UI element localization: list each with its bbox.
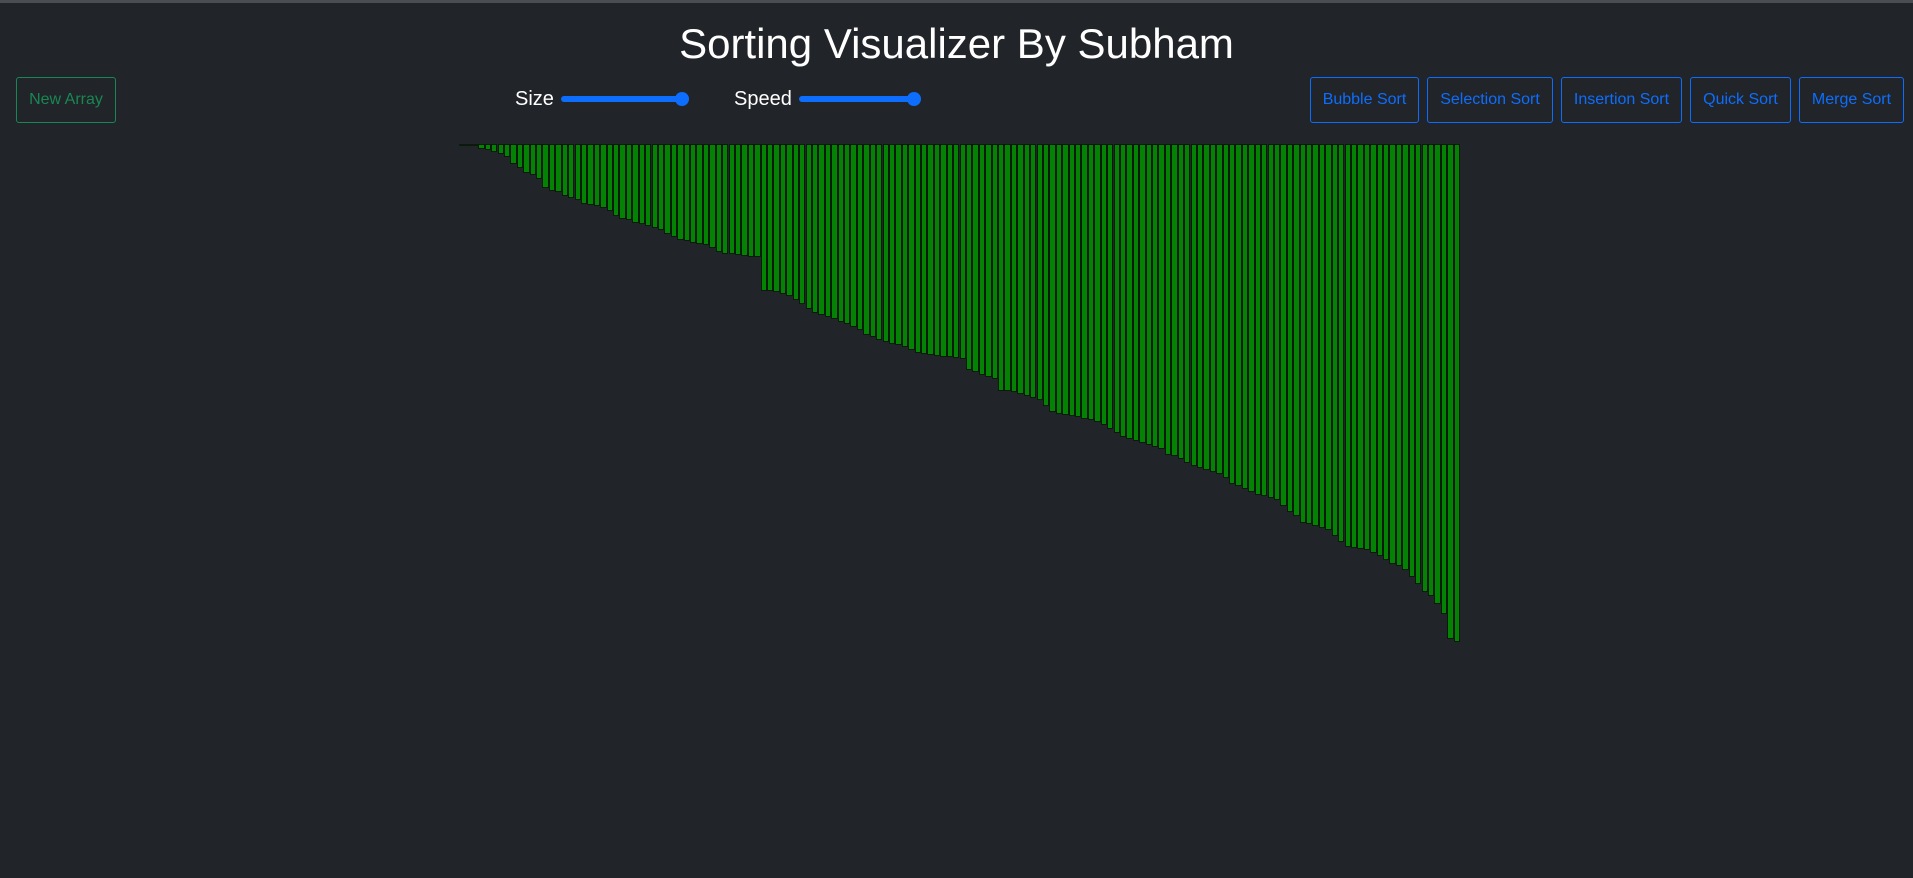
speed-slider[interactable] — [799, 92, 921, 106]
speed-slider-track[interactable] — [799, 96, 921, 102]
speed-slider-thumb[interactable] — [907, 92, 921, 106]
new-array-button[interactable]: New Array — [16, 77, 116, 123]
window-top-border — [0, 0, 1913, 3]
merge-sort-button[interactable]: Merge Sort — [1799, 77, 1904, 123]
size-slider-track[interactable] — [561, 96, 689, 102]
speed-label: Speed — [734, 88, 792, 110]
array-bar — [1453, 144, 1460, 642]
quick-sort-button[interactable]: Quick Sort — [1690, 77, 1791, 123]
size-slider-thumb[interactable] — [675, 92, 689, 106]
bubble-sort-button[interactable]: Bubble Sort — [1310, 77, 1419, 123]
size-label: Size — [515, 88, 554, 110]
insertion-sort-button[interactable]: Insertion Sort — [1561, 77, 1682, 123]
size-slider[interactable] — [561, 92, 689, 106]
array-bars-container — [459, 144, 1460, 644]
selection-sort-button[interactable]: Selection Sort — [1427, 77, 1553, 123]
page-title: Sorting Visualizer By Subham — [679, 20, 1234, 67]
